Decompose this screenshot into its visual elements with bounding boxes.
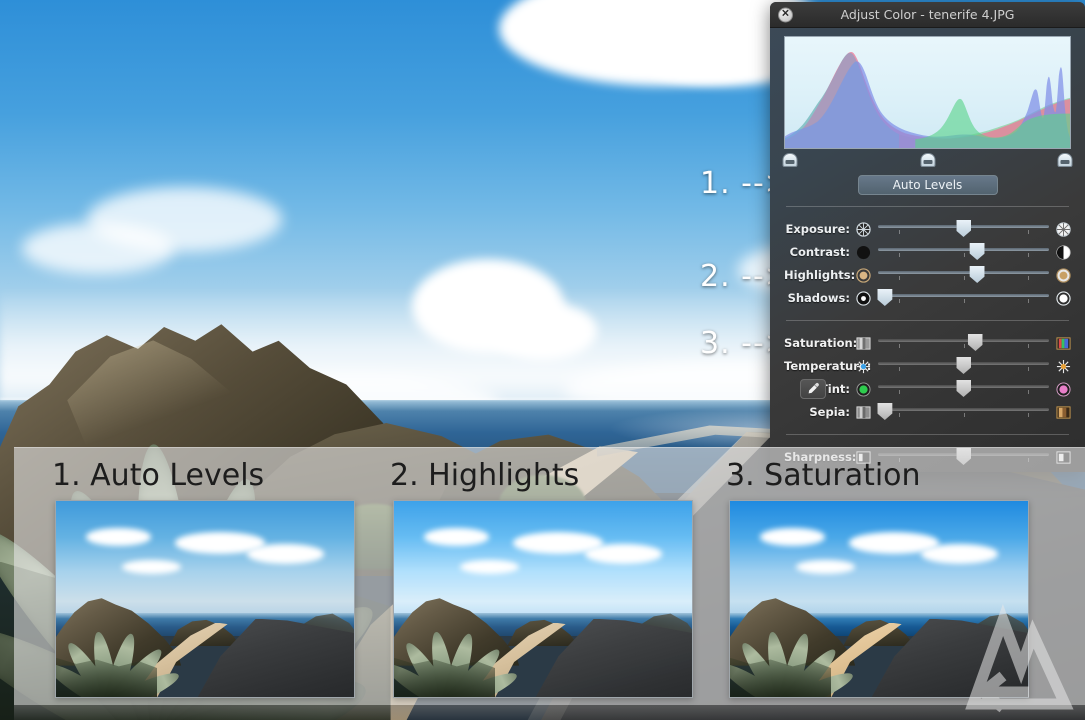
caption-auto-levels: 1. Auto Levels	[52, 458, 265, 493]
sepia-on-icon	[1056, 405, 1071, 419]
histogram-curves	[785, 52, 1070, 148]
slider-knob-highlights[interactable]	[969, 266, 985, 283]
strip-shadow	[14, 705, 1085, 720]
caption-saturation: 3. Saturation	[726, 458, 921, 493]
highlights-low-icon	[856, 267, 871, 283]
slider-label: Highlights:	[784, 268, 856, 282]
highlights-high-icon	[1056, 267, 1071, 283]
slider-knob-exposure[interactable]	[956, 220, 971, 237]
white-point-handle[interactable]	[1057, 153, 1073, 167]
panel-title: Adjust Color - tenerife 4.JPG	[840, 7, 1015, 22]
slider-row-exposure[interactable]: Exposure:	[784, 218, 1071, 240]
eyedropper-button[interactable]	[800, 379, 826, 399]
slider-knob-saturation[interactable]	[967, 334, 983, 351]
contrast-high-icon	[1056, 244, 1071, 260]
panel-titlebar[interactable]: ✕ Adjust Color - tenerife 4.JPG	[770, 2, 1085, 28]
slider-row-shadows[interactable]: Shadows:	[784, 287, 1071, 309]
slider-row-temperature[interactable]: Temperature:	[784, 355, 1071, 377]
thumbnail-highlights[interactable]	[393, 500, 693, 698]
slider-label: Sepia:	[809, 405, 850, 419]
slider-track[interactable]	[878, 357, 1049, 374]
saturation-gray-icon	[856, 336, 871, 350]
color-sliders-group: Saturation: Temperature: Tint: Sepia:	[784, 332, 1071, 423]
slider-track[interactable]	[878, 220, 1049, 237]
cloud	[21, 223, 174, 274]
slider-label: Exposure:	[785, 222, 850, 236]
slider-row-highlights[interactable]: Highlights:	[784, 264, 1071, 286]
close-icon[interactable]: ✕	[778, 7, 793, 22]
saturation-color-icon	[1056, 336, 1071, 350]
slider-label: Temperature:	[784, 359, 872, 373]
slider-track[interactable]	[878, 266, 1049, 283]
divider	[786, 434, 1069, 435]
slider-track[interactable]	[877, 289, 1049, 306]
black-point-handle[interactable]	[782, 153, 798, 167]
slider-track[interactable]	[878, 334, 1049, 351]
contrast-low-icon	[856, 245, 871, 259]
temperature-warm-icon	[1056, 359, 1071, 373]
slider-label: Saturation:	[784, 336, 858, 350]
thumbnail-auto-levels[interactable]	[55, 500, 355, 698]
slider-label: Shadows:	[787, 291, 850, 305]
auto-levels-button[interactable]: Auto Levels	[857, 175, 998, 195]
tint-green-icon	[856, 381, 871, 397]
slider-row-sepia[interactable]: Sepia:	[784, 401, 1071, 423]
slider-row-saturation[interactable]: Saturation:	[784, 332, 1071, 354]
divider	[786, 320, 1069, 321]
divider	[786, 206, 1069, 207]
adjust-color-panel: ✕ Adjust Color - tenerife 4.JPG Auto Lev…	[770, 2, 1085, 472]
slider-knob-sepia[interactable]	[877, 403, 893, 420]
shadows-high-icon	[1056, 290, 1071, 306]
levels-handle-track[interactable]	[782, 151, 1073, 169]
rgb-histogram	[784, 36, 1071, 149]
slider-knob-shadows[interactable]	[877, 289, 893, 306]
slider-row-contrast[interactable]: Contrast:	[784, 241, 1071, 263]
exposure-bright-icon	[1056, 221, 1071, 237]
tone-sliders-group: Exposure: Contrast: Highlights: Shadows:	[784, 218, 1071, 309]
slider-track[interactable]	[877, 403, 1049, 420]
slider-track[interactable]	[878, 243, 1049, 260]
sepia-off-icon	[856, 405, 871, 419]
slider-knob-contrast[interactable]	[969, 243, 985, 260]
exposure-dark-icon	[856, 221, 871, 237]
shadows-low-icon	[856, 290, 871, 306]
thumbnail-saturation[interactable]	[729, 500, 1029, 698]
caption-highlights: 2. Highlights	[390, 458, 580, 493]
tint-magenta-icon	[1056, 381, 1071, 397]
eyedropper-icon	[808, 382, 819, 394]
slider-track[interactable]	[878, 380, 1049, 397]
slider-row-tint[interactable]: Tint:	[784, 378, 1071, 400]
slider-label: Contrast:	[789, 245, 850, 259]
temperature-cool-icon	[856, 359, 871, 373]
slider-knob-temperature[interactable]	[956, 357, 971, 374]
slider-knob-tint[interactable]	[956, 380, 971, 397]
midpoint-handle[interactable]	[920, 153, 935, 167]
